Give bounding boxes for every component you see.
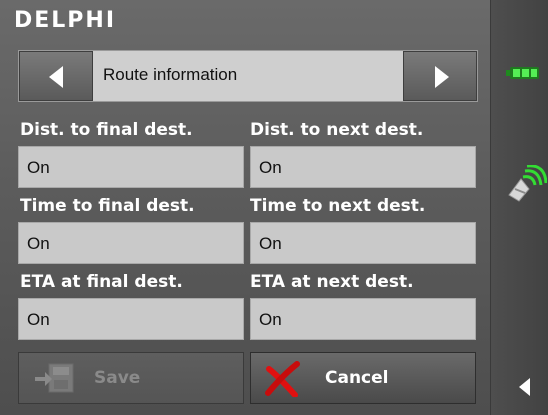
save-label: Save bbox=[94, 368, 141, 388]
dist-final-field[interactable]: On bbox=[18, 146, 244, 188]
eta-next-field[interactable]: On bbox=[250, 298, 476, 340]
time-next-value: On bbox=[259, 234, 282, 253]
arrow-left-icon bbox=[49, 66, 63, 88]
cancel-button[interactable]: Cancel bbox=[250, 352, 476, 404]
dist-next-label: Dist. to next dest. bbox=[250, 120, 424, 140]
eta-next-label: ETA at next dest. bbox=[250, 272, 414, 292]
category-title: Route information bbox=[103, 65, 238, 84]
time-next-field[interactable]: On bbox=[250, 222, 476, 264]
save-button[interactable]: Save bbox=[18, 352, 244, 404]
status-sidebar bbox=[490, 0, 548, 415]
time-final-field[interactable]: On bbox=[18, 222, 244, 264]
time-final-value: On bbox=[27, 234, 50, 253]
main-panel: DELPHI Route information Dist. to final … bbox=[0, 0, 490, 415]
battery-icon bbox=[506, 67, 539, 79]
eta-next-value: On bbox=[259, 310, 282, 329]
dist-next-value: On bbox=[259, 158, 282, 177]
dist-next-field[interactable]: On bbox=[250, 146, 476, 188]
save-icon bbox=[35, 363, 74, 393]
satellite-signal-icon bbox=[508, 165, 547, 202]
eta-final-label: ETA at final dest. bbox=[20, 272, 183, 292]
delphi-logo: DELPHI bbox=[14, 8, 117, 33]
arrow-left-icon[interactable] bbox=[519, 378, 530, 396]
time-next-label: Time to next dest. bbox=[250, 196, 426, 216]
arrow-right-icon bbox=[435, 66, 449, 88]
red-x-icon bbox=[265, 361, 300, 397]
option-category-selector: Route information bbox=[18, 50, 478, 102]
eta-final-value: On bbox=[27, 310, 50, 329]
next-category-button[interactable] bbox=[403, 51, 477, 101]
cancel-label: Cancel bbox=[325, 368, 389, 388]
dist-final-label: Dist. to final dest. bbox=[20, 120, 193, 140]
time-final-label: Time to final dest. bbox=[20, 196, 195, 216]
previous-category-button[interactable] bbox=[19, 51, 93, 101]
eta-final-field[interactable]: On bbox=[18, 298, 244, 340]
dist-final-value: On bbox=[27, 158, 50, 177]
